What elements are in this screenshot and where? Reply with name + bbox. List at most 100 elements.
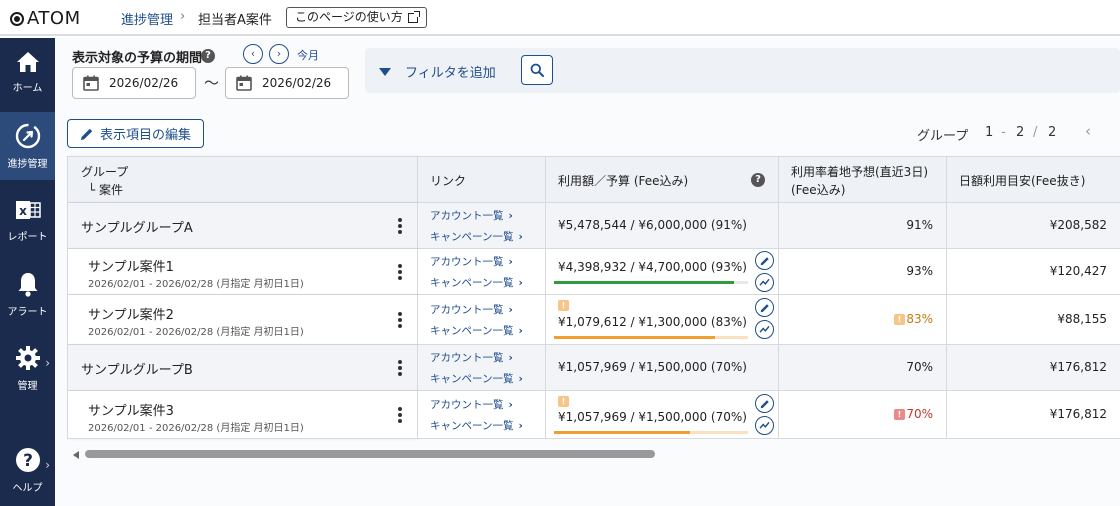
daily-value: ¥176,812 — [1049, 407, 1107, 421]
calendar-icon — [236, 75, 252, 91]
edit-columns-label: 表示項目の編集 — [100, 128, 192, 143]
usage-value: ¥1,057,969 / ¥1,500,000 (70%) — [558, 360, 747, 374]
daily-cell: ¥176,812 — [947, 345, 1120, 391]
forecast-cell: 93% — [779, 249, 947, 295]
table-row-case[interactable]: サンプル案件3 2026/02/01 - 2026/02/28 (月指定 月初日… — [67, 391, 418, 439]
sidebar: ホーム 進捗管理 x レポート アラート › 管理 ? › ヘルプ — [0, 38, 55, 506]
sidebar-item-alert[interactable]: アラート — [0, 260, 55, 328]
account-list-link[interactable]: アカウント一覧 › — [430, 208, 513, 223]
campaign-list-link[interactable]: キャンペーン一覧 › — [430, 323, 523, 338]
search-button[interactable] — [521, 55, 553, 85]
table-row-case[interactable]: サンプル案件2 2026/02/01 - 2026/02/28 (月指定 月初日… — [67, 295, 418, 345]
svg-text:?: ? — [23, 451, 33, 471]
breadcrumb-current: 担当者A案件 — [198, 13, 272, 28]
account-list-link[interactable]: アカウント一覧 › — [430, 302, 513, 317]
header-link-cell: リンク — [418, 156, 546, 203]
link-cell: アカウント一覧 › キャンペーン一覧 › — [418, 391, 546, 439]
chevron-left-icon: ‹ — [250, 47, 256, 60]
campaign-list-link[interactable]: キャンペーン一覧 › — [430, 371, 523, 386]
start-date-field[interactable]: 2026/02/26 — [72, 67, 196, 99]
add-filter-button[interactable]: フィルタを追加 — [379, 62, 496, 81]
campaign-list-link[interactable]: キャンペーン一覧 › — [430, 418, 523, 433]
sidebar-item-report[interactable]: x レポート — [0, 186, 55, 254]
account-list-link[interactable]: アカウント一覧 › — [430, 397, 513, 412]
bell-icon — [18, 272, 37, 297]
sidebar-item-help[interactable]: ? › ヘルプ — [0, 436, 55, 504]
pager-from: 1 — [985, 125, 994, 140]
header-usage-cell: 利用額／予算 (Fee込み) ? — [546, 156, 779, 203]
sidebar-item-label: ホーム — [12, 82, 43, 94]
more-options-icon[interactable] — [398, 264, 402, 280]
pager-dash: - — [1001, 125, 1006, 140]
header-link: リンク — [430, 174, 467, 188]
sidebar-item-home[interactable]: ホーム — [0, 38, 55, 106]
group-name: サンプルグループB — [81, 363, 193, 378]
trend-chart-button[interactable] — [755, 273, 774, 292]
usage-progress-bar — [554, 336, 748, 339]
usage-cell: ¥1,057,969 / ¥1,500,000 (70%) — [546, 345, 779, 391]
usage-cell: ¥4,398,932 / ¥4,700,000 (93%) — [546, 249, 779, 295]
report-icon: x — [15, 200, 41, 219]
pager-label: グループ — [917, 129, 969, 144]
page-help-button[interactable]: このページの使い方 — [286, 7, 427, 28]
table-row-group[interactable]: サンプルグループB — [67, 345, 418, 391]
next-period-button[interactable]: › — [269, 44, 289, 64]
header-group-cell: グループ └ 案件 — [67, 156, 418, 203]
question-icon[interactable]: ? — [201, 49, 215, 63]
forecast-value: 91% — [906, 218, 933, 232]
pager-to: 2 — [1016, 125, 1025, 140]
pencil-icon — [760, 256, 769, 265]
period-label: 表示対象の予算の期間 — [72, 51, 203, 66]
edit-budget-button[interactable] — [755, 298, 774, 317]
edit-budget-button[interactable] — [755, 394, 774, 413]
sidebar-item-label: レポート — [7, 231, 48, 243]
case-period: 2026/02/01 - 2026/02/28 (月指定 月初日1日) — [88, 423, 304, 434]
pager-slash: / — [1033, 125, 1038, 140]
header-usage: 利用額／予算 (Fee込み) — [558, 174, 689, 188]
case-name: サンプル案件2 — [88, 308, 174, 323]
horizontal-scrollbar-thumb[interactable] — [85, 450, 655, 458]
sidebar-item-settings[interactable]: › 管理 — [0, 334, 55, 402]
trend-chart-button[interactable] — [755, 320, 774, 339]
breadcrumb-parent[interactable]: 進捗管理 — [121, 9, 173, 28]
campaign-list-link[interactable]: キャンペーン一覧 › — [430, 275, 523, 290]
more-options-icon[interactable] — [398, 312, 402, 328]
forecast-value: 70% — [906, 407, 933, 421]
trend-chart-button[interactable] — [755, 416, 774, 435]
edit-budget-button[interactable] — [755, 251, 774, 270]
account-list-link[interactable]: アカウント一覧 › — [430, 350, 513, 365]
top-bar: ATOM 進捗管理 › 担当者A案件 このページの使い方 — [0, 0, 1120, 36]
forecast-value: 70% — [906, 360, 933, 374]
account-list-link[interactable]: アカウント一覧 › — [430, 254, 513, 269]
pager-prev-button[interactable]: ‹ — [1085, 122, 1091, 140]
question-icon[interactable]: ? — [751, 173, 765, 187]
more-options-icon[interactable] — [398, 360, 402, 376]
prev-period-button[interactable]: ‹ — [243, 44, 263, 64]
more-options-icon[interactable] — [398, 407, 402, 423]
search-icon — [530, 63, 544, 77]
daily-value: ¥88,155 — [1057, 312, 1107, 326]
link-cell: アカウント一覧 › キャンペーン一覧 › — [418, 345, 546, 391]
more-options-icon[interactable] — [398, 218, 402, 234]
table-row-case[interactable]: サンプル案件1 2026/02/01 - 2026/02/28 (月指定 月初日… — [67, 249, 418, 295]
usage-value: ¥1,079,612 / ¥1,300,000 (83%) — [558, 315, 747, 329]
svg-text:x: x — [19, 204, 27, 218]
end-date-field[interactable]: 2026/02/26 — [225, 67, 349, 99]
usage-value: ¥5,478,544 / ¥6,000,000 (91%) — [558, 218, 747, 232]
header-forecast-line1: 利用率着地予想(直近3日) — [791, 165, 928, 179]
edit-columns-button[interactable]: 表示項目の編集 — [67, 119, 205, 148]
table-row-group[interactable]: サンプルグループA — [67, 203, 418, 249]
pencil-icon — [760, 303, 769, 312]
help-icon: ? — [15, 447, 40, 472]
logo[interactable]: ATOM — [10, 8, 81, 29]
sidebar-item-progress[interactable]: 進捗管理 — [0, 112, 55, 180]
usage-progress-bar — [554, 281, 748, 284]
logo-mark-icon — [10, 11, 24, 26]
this-month-link[interactable]: 今月 — [297, 47, 319, 63]
usage-cell: ¥5,478,544 / ¥6,000,000 (91%) — [546, 203, 779, 249]
scroll-left-arrow-icon[interactable] — [73, 451, 79, 459]
usage-value: ¥1,057,969 / ¥1,500,000 (70%) — [558, 410, 747, 424]
budget-table: グループ └ 案件 リンク 利用額／予算 (Fee込み) ? 利用率着地予想(直… — [67, 156, 1120, 439]
campaign-list-link[interactable]: キャンペーン一覧 › — [430, 229, 523, 244]
pencil-icon — [81, 128, 93, 140]
